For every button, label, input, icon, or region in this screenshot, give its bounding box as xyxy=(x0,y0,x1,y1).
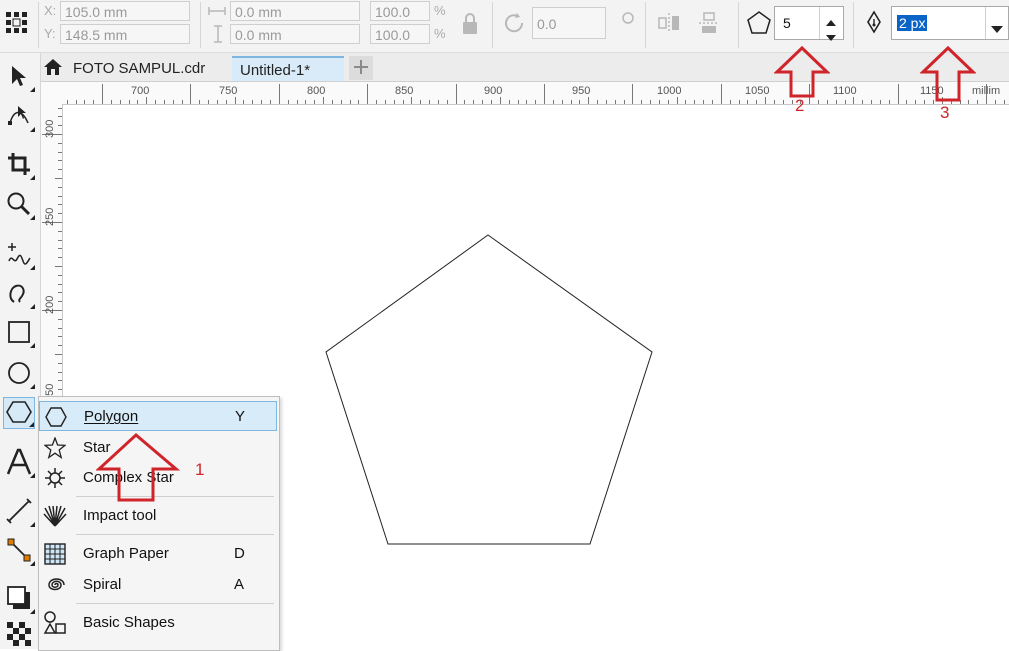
shape-node-icon xyxy=(6,103,32,132)
annotation-arrow-3 xyxy=(920,45,976,102)
menu-shortcut-graph-paper: D xyxy=(234,545,245,562)
complex-star-icon xyxy=(43,466,67,490)
polygon-icon xyxy=(44,405,68,429)
crop-tool[interactable] xyxy=(3,149,35,181)
dimension-tool[interactable] xyxy=(3,496,35,528)
basic-shapes-icon xyxy=(43,611,67,635)
checkerboard-icon xyxy=(7,621,31,649)
magnifier-icon xyxy=(6,191,32,220)
connector-icon xyxy=(6,537,32,566)
pick-tool[interactable] xyxy=(3,61,35,93)
freehand-icon xyxy=(6,241,32,270)
drop-shadow-icon xyxy=(6,585,32,614)
ellipse-tool[interactable] xyxy=(3,358,35,390)
star-icon xyxy=(43,436,67,460)
crop-icon xyxy=(7,152,31,179)
menu-shortcut-polygon: Y xyxy=(235,408,246,425)
rectangle-icon xyxy=(6,319,32,348)
menu-label-graph-paper: Graph Paper xyxy=(83,545,169,562)
menu-item-impact-tool[interactable]: Impact tool xyxy=(39,501,277,531)
transparency-tool[interactable] xyxy=(3,621,35,649)
menu-item-polygon[interactable]: Polygon Y xyxy=(39,401,277,431)
spiral-icon xyxy=(43,573,67,597)
toolbox xyxy=(0,53,41,649)
menu-label-spiral: Spiral xyxy=(83,576,122,593)
drop-shadow-tool[interactable] xyxy=(3,583,35,615)
menu-separator xyxy=(76,534,274,535)
impact-icon xyxy=(43,504,67,528)
polygon-tool[interactable] xyxy=(3,397,35,429)
menu-label-polygon: Polygon xyxy=(84,408,139,425)
graph-paper-icon xyxy=(43,542,67,566)
menu-shortcut-spiral: A xyxy=(234,576,245,593)
dimension-line-icon xyxy=(6,497,32,527)
shape-tool[interactable] xyxy=(3,101,35,133)
cursor-arrow-icon xyxy=(9,64,29,91)
annotation-arrow-2 xyxy=(774,45,830,98)
rectangle-tool[interactable] xyxy=(3,317,35,349)
menu-separator xyxy=(76,603,274,604)
artistic-media-tool[interactable] xyxy=(3,278,35,310)
zoom-tool[interactable] xyxy=(3,189,35,221)
artistic-media-icon xyxy=(6,280,32,309)
annotation-number-3: 3 xyxy=(940,103,950,122)
menu-item-basic-shapes[interactable]: Basic Shapes xyxy=(39,608,277,638)
annotation-arrow-1 xyxy=(96,432,180,502)
text-a-icon xyxy=(6,448,32,479)
menu-label-basic-shapes: Basic Shapes xyxy=(83,614,175,631)
connector-tool[interactable] xyxy=(3,535,35,567)
menu-item-spiral[interactable]: Spiral A xyxy=(39,570,277,600)
text-tool[interactable] xyxy=(3,447,35,479)
freehand-tool[interactable] xyxy=(3,239,35,271)
ellipse-icon xyxy=(6,360,32,389)
menu-item-graph-paper[interactable]: Graph Paper D xyxy=(39,539,277,569)
annotation-number-1: 1 xyxy=(195,460,205,479)
annotation-number-2: 2 xyxy=(795,96,805,115)
menu-label-impact-tool: Impact tool xyxy=(83,507,157,524)
